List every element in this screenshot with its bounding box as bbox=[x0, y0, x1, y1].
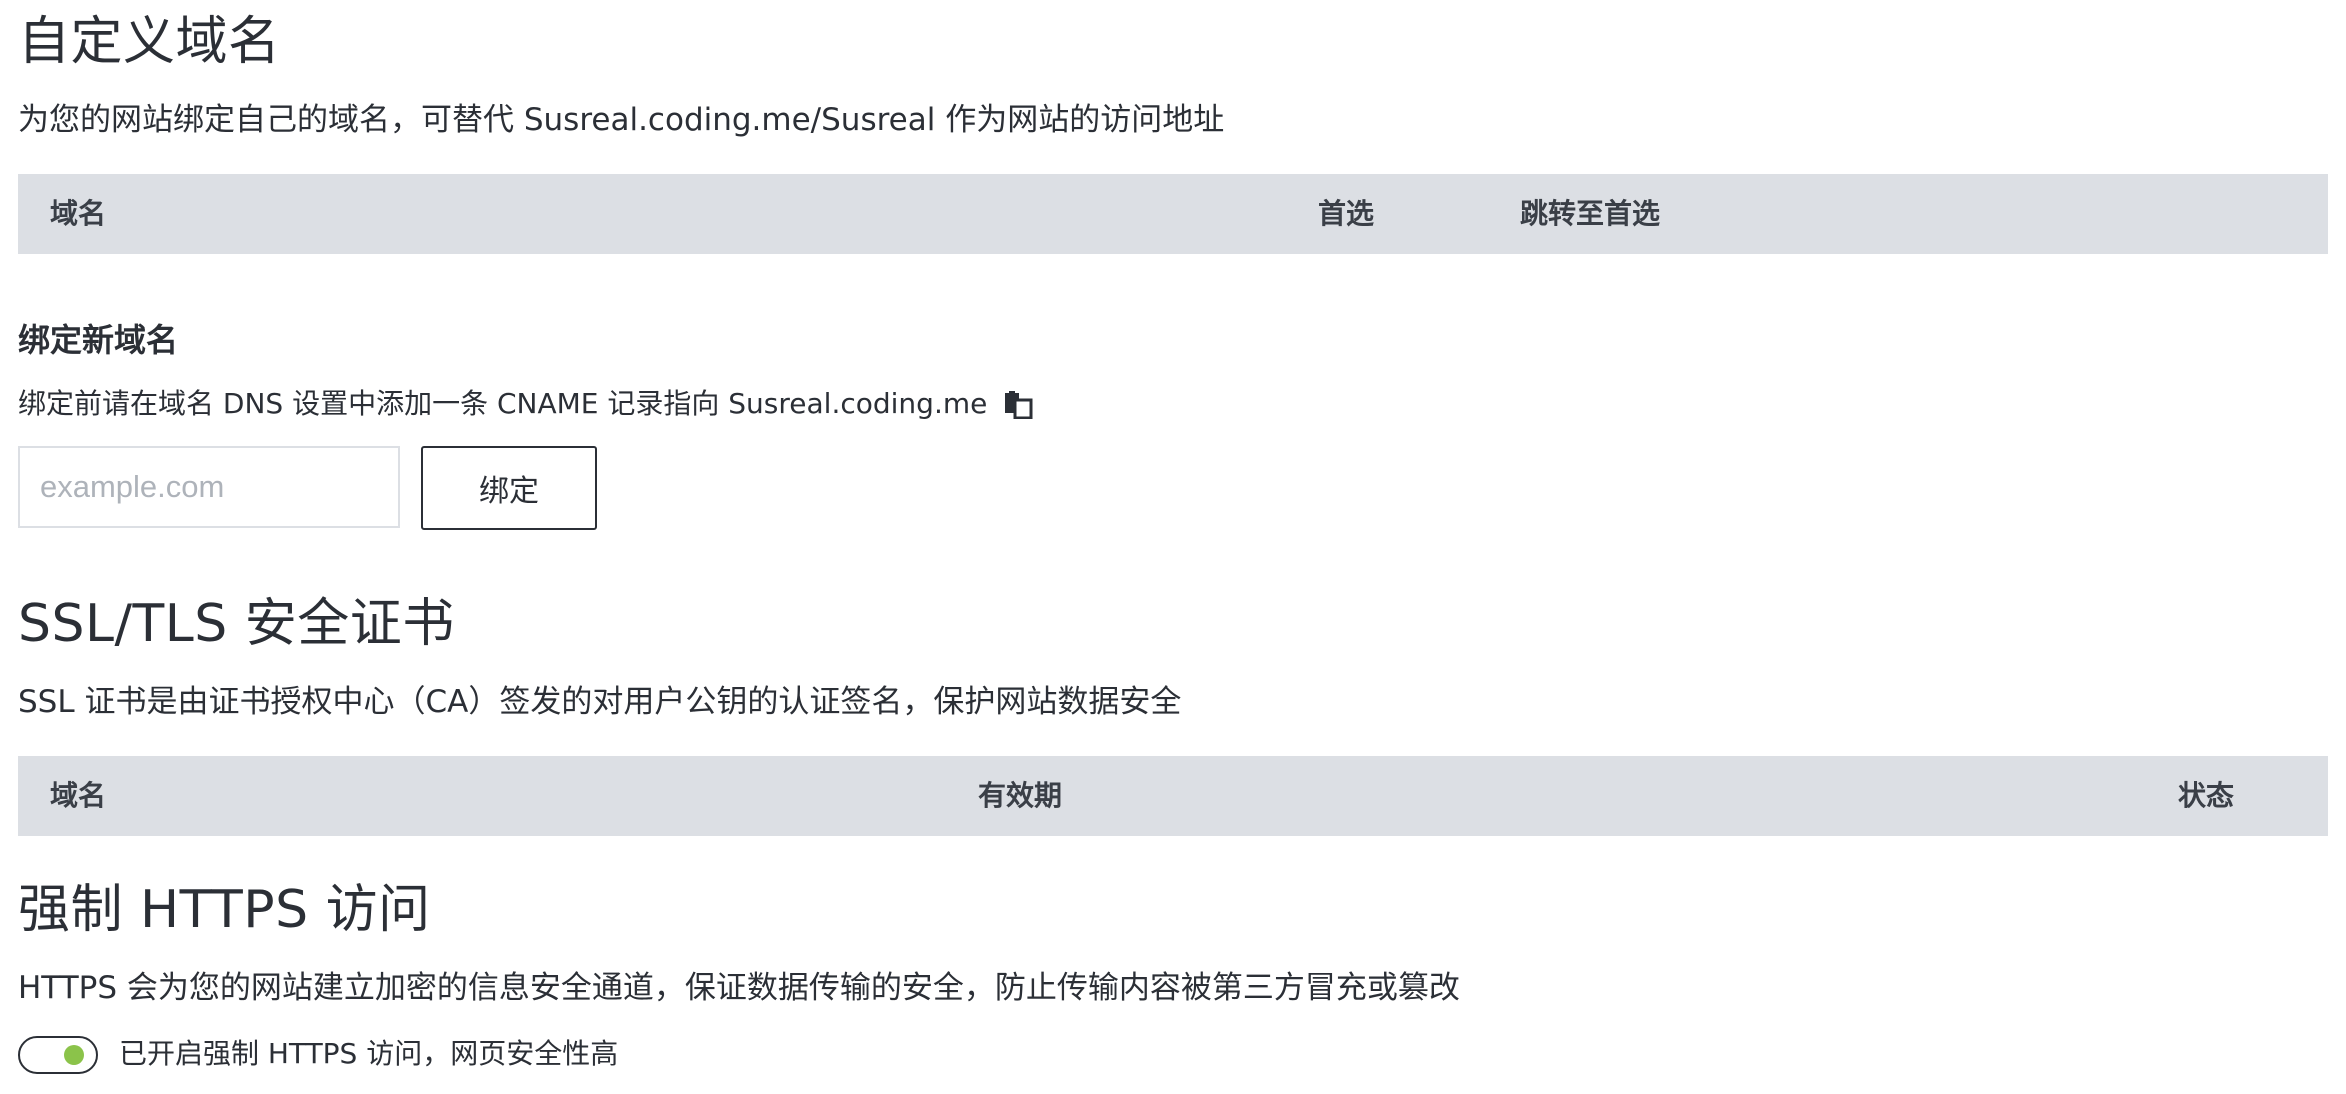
bind-button[interactable]: 绑定 bbox=[421, 446, 597, 530]
domain-column-header: 域名 bbox=[50, 197, 107, 230]
ssl-table-header: 域名 有效期 状态 bbox=[18, 756, 2328, 836]
custom-domain-description: 为您的网站绑定自己的域名，可替代 Susreal.coding.me/Susre… bbox=[18, 102, 1225, 138]
domain-input[interactable] bbox=[18, 446, 400, 528]
https-title: 强制 HTTPS 访问 bbox=[18, 880, 431, 940]
validity-column-header: 有效期 bbox=[978, 779, 1063, 812]
toggle-knob bbox=[64, 1045, 84, 1065]
https-description: HTTPS 会为您的网站建立加密的信息安全通道，保证数据传输的安全，防止传输内容… bbox=[18, 970, 1460, 1006]
redirect-column-header: 跳转至首选 bbox=[1520, 197, 1661, 230]
bind-new-domain-title: 绑定新域名 bbox=[18, 321, 179, 359]
ssl-domain-column-header: 域名 bbox=[50, 779, 107, 812]
preferred-column-header: 首选 bbox=[1318, 197, 1375, 230]
cname-note-text: 绑定前请在域名 DNS 设置中添加一条 CNAME 记录指向 Susreal.c… bbox=[18, 387, 988, 420]
force-https-toggle[interactable] bbox=[18, 1036, 98, 1074]
custom-domain-title: 自定义域名 bbox=[18, 12, 281, 72]
domain-table-header: 域名 首选 跳转至首选 bbox=[18, 174, 2328, 254]
status-column-header: 状态 bbox=[2178, 779, 2235, 812]
ssl-description: SSL 证书是由证书授权中心（CA）签发的对用户公钥的认证签名，保护网站数据安全 bbox=[18, 684, 1182, 720]
ssl-title: SSL/TLS 安全证书 bbox=[18, 594, 455, 654]
cname-note: 绑定前请在域名 DNS 设置中添加一条 CNAME 记录指向 Susreal.c… bbox=[18, 387, 1033, 420]
force-https-status-label: 已开启强制 HTTPS 访问，网页安全性高 bbox=[119, 1037, 619, 1070]
copy-icon[interactable] bbox=[1003, 389, 1033, 420]
